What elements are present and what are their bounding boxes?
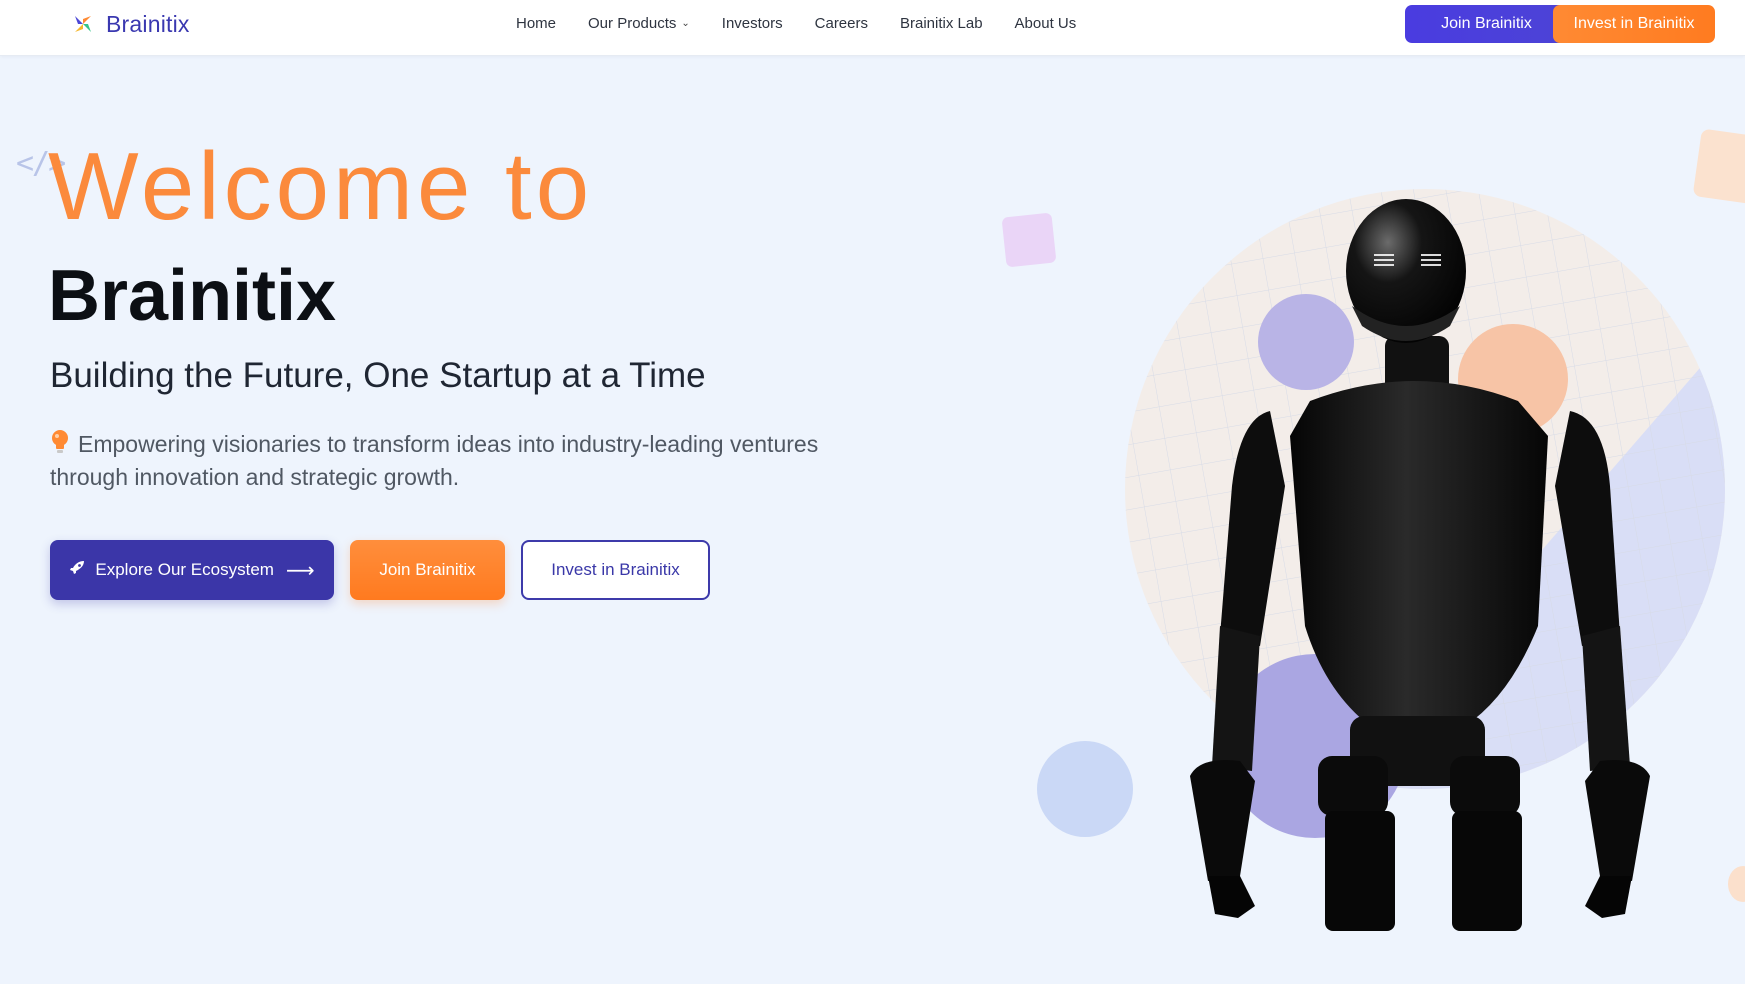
logo-text: Brainitix — [106, 10, 190, 37]
nav-link-investors[interactable]: Investors — [722, 14, 783, 34]
main-nav: Home Our Products ⌄ Investors Careers Bra… — [516, 14, 1108, 34]
explore-ecosystem-button[interactable]: Explore Our Ecosystem ⟶ — [50, 540, 334, 600]
decor-square-pink — [1001, 212, 1057, 268]
nav-join-button[interactable]: Join Brainitix — [1405, 5, 1568, 43]
hero-invest-button[interactable]: Invest in Brainitix — [521, 540, 710, 600]
hero-description-text: Empowering visionaries to transform idea… — [50, 431, 819, 490]
nav-link-label: Careers — [814, 15, 868, 32]
hero-brand-heading: Brainitix — [48, 256, 337, 336]
nav-link-careers[interactable]: Careers — [815, 14, 868, 34]
nav-link-label: Home — [516, 15, 557, 32]
nav-link-our-products[interactable]: Our Products ⌄ — [588, 14, 690, 34]
lightbulb-icon — [52, 430, 68, 453]
nav-link-label: Brainitix Lab — [900, 15, 983, 32]
nav-link-brainitix-lab[interactable]: Brainitix Lab — [900, 14, 983, 34]
nav-link-label: Investors — [721, 15, 783, 32]
logo[interactable]: Brainitix — [72, 10, 190, 38]
nav-link-about-us[interactable]: About Us — [1015, 14, 1077, 34]
nav-link-home[interactable]: Home — [516, 14, 556, 34]
hero-join-button[interactable]: Join Brainitix — [350, 540, 505, 600]
brainitix-logo-icon — [75, 16, 91, 32]
chevron-down-icon: ⌄ — [681, 18, 690, 29]
nav-link-label: Our Products — [588, 15, 677, 32]
hero-description: Empowering visionaries to transform idea… — [50, 428, 870, 494]
nav-invest-button[interactable]: Invest in Brainitix — [1553, 5, 1715, 43]
hero-tagline: Building the Future, One Startup at a Ti… — [50, 356, 706, 395]
explore-ecosystem-label: Explore Our Ecosystem — [95, 560, 274, 579]
decor-circle-blue — [1037, 741, 1133, 837]
rocket-icon — [69, 560, 85, 581]
robot-illustration — [1125, 189, 1725, 931]
top-navbar: Brainitix Home Our Products ⌄ Investors C… — [0, 0, 1745, 56]
nav-link-label: About Us — [1014, 15, 1077, 32]
arrow-right-icon: ⟶ — [285, 559, 315, 582]
hero-welcome-heading: Welcome to — [48, 133, 594, 240]
